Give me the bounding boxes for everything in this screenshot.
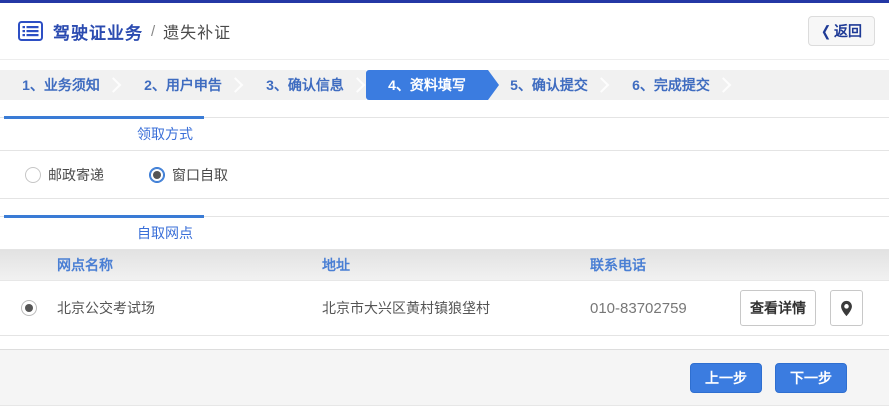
column-outlet-name: 网点名称 [57,257,113,273]
outlets-table: 网点名称 地址 联系电话 北京公交考试场 北京市大兴区黄村镇狼垡村 010-83… [0,250,889,336]
footer-actions: 上一步 下一步 [0,349,889,406]
location-pin-icon [840,300,853,317]
back-button[interactable]: ❮ 返回 [808,16,875,46]
outlet-phone: 010-83702759 [590,299,687,317]
step-5-confirm-submit: 5、确认提交 [488,70,610,100]
step-label: 1、业务须知 [22,77,100,93]
pickup-outlets-section: 自取网点 网点名称 地址 联系电话 北京公交考试场 北京市大兴区黄村镇狼垡村 0… [0,215,889,336]
page-header: 驾驶证业务 / 遗失补证 ❮ 返回 [0,3,889,60]
outlet-name: 北京公交考试场 [57,300,155,316]
radio-window-pickup[interactable]: 窗口自取 [149,165,228,185]
page: 驾驶证业务 / 遗失补证 ❮ 返回 1、业务须知 2、用户申告 3、确认信息 4… [0,0,889,406]
page-title: 驾驶证业务 [53,23,143,43]
step-bar-filler [732,70,889,100]
view-details-button[interactable]: 查看详情 [740,290,816,326]
row-radio-cell [0,300,57,316]
map-location-button[interactable] [830,290,863,326]
step-2-user-declaration: 2、用户申告 [122,70,244,100]
column-address: 地址 [322,257,350,273]
step-1-business-notice: 1、业务须知 [0,70,122,100]
list-icon [18,21,43,41]
step-label: 6、完成提交 [632,77,710,93]
row-actions: 查看详情 [728,290,889,326]
radio-label: 邮政寄递 [48,166,104,183]
step-label: 4、资料填写 [388,77,466,93]
step-label: 2、用户申告 [144,77,222,93]
pickup-method-section-title: 领取方式 [0,116,889,151]
radio-selected-icon [149,166,165,183]
back-button-label: 返回 [834,23,863,39]
outlets-table-header: 网点名称 地址 联系电话 [0,250,889,281]
breadcrumb-current: 遗失补证 [163,25,232,42]
radio-label: 窗口自取 [172,166,228,183]
step-6-complete-submit: 6、完成提交 [610,70,732,100]
column-phone: 联系电话 [590,257,646,273]
step-label: 3、确认信息 [266,77,344,93]
breadcrumb-separator: / [151,22,156,40]
pickup-method-section: 领取方式 邮政寄递 窗口自取 [0,116,889,199]
section-title-label: 自取网点 [137,225,193,241]
step-3-confirm-info: 3、确认信息 [244,70,366,100]
previous-step-button[interactable]: 上一步 [690,362,762,393]
outlet-table-row: 北京公交考试场 北京市大兴区黄村镇狼垡村 010-83702759 查看详情 [0,281,889,336]
radio-postal-delivery[interactable]: 邮政寄递 [25,165,104,185]
chevron-left-icon: ❮ [820,22,832,40]
step-wizard: 1、业务须知 2、用户申告 3、确认信息 4、资料填写 5、确认提交 6、完成提… [0,70,889,100]
next-step-button[interactable]: 下一步 [775,362,847,393]
row-radio-selected[interactable] [20,300,37,316]
section-title-label: 领取方式 [137,126,193,142]
step-4-fill-data-active: 4、资料填写 [366,70,499,100]
pickup-outlets-section-title: 自取网点 [0,215,889,250]
radio-icon [25,166,41,183]
pickup-method-options: 邮政寄递 窗口自取 [0,151,889,199]
outlet-address: 北京市大兴区黄村镇狼垡村 [322,300,490,316]
step-label: 5、确认提交 [510,77,588,93]
